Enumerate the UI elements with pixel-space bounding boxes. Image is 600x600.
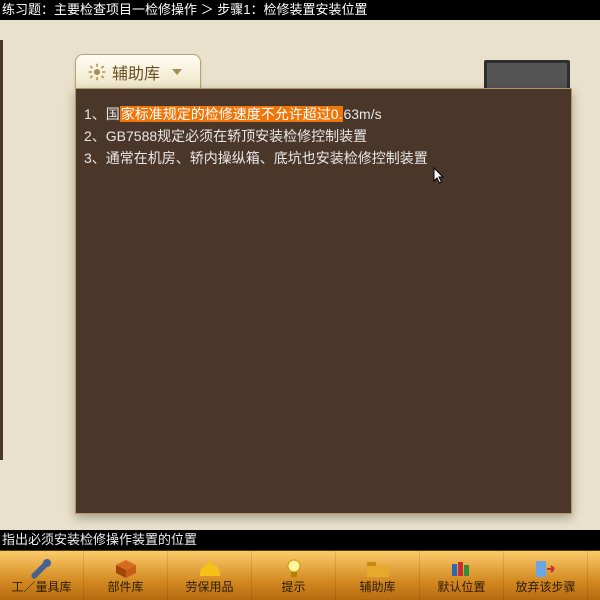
toolbar-button-hint[interactable]: 提示 bbox=[252, 551, 336, 600]
chevron-down-icon bbox=[172, 69, 182, 75]
toolbar-button-tools[interactable]: 工／量具库 bbox=[0, 551, 84, 600]
info-line-1[interactable]: 1、国家标准规定的检修速度不允许超过0.63m/s bbox=[84, 103, 563, 125]
toolbar-label: 放弃该步骤 bbox=[515, 581, 575, 594]
line-pre: 国 bbox=[106, 106, 120, 122]
instruction-bar: 指出必须安装检修操作装置的位置 bbox=[0, 530, 600, 550]
tab-label: 辅助库 bbox=[112, 60, 160, 84]
toolbar-label: 工／量具库 bbox=[11, 581, 71, 594]
line-num: 3、 bbox=[84, 150, 106, 166]
info-line-2[interactable]: 2、GB7588规定必须在轿顶安装检修控制装置 bbox=[84, 125, 563, 147]
info-lines: 1、国家标准规定的检修速度不允许超过0.63m/s 2、GB7588规定必须在轿… bbox=[76, 89, 571, 183]
toolbar-label: 劳保用品 bbox=[185, 581, 233, 594]
bulb-icon bbox=[281, 559, 307, 579]
toolbar-button-default-pos[interactable]: 默认位置 bbox=[420, 551, 504, 600]
tab-assist-library[interactable]: 辅助库 bbox=[75, 54, 201, 89]
folder-icon bbox=[365, 559, 391, 579]
toolbar-label: 默认位置 bbox=[437, 581, 485, 594]
toolbar-button-assist[interactable]: 辅助库 bbox=[336, 551, 420, 600]
cube-icon bbox=[113, 559, 139, 579]
line-highlight: 家标准规定的检修速度不允许超过0. bbox=[120, 106, 344, 122]
helmet-icon bbox=[197, 559, 223, 579]
exit-icon bbox=[533, 559, 559, 579]
line-post: 63m/s bbox=[343, 106, 381, 122]
line-num: 2、 bbox=[84, 128, 106, 144]
line-num: 1、 bbox=[84, 106, 106, 122]
bottom-toolbar: 工／量具库 部件库 劳保用品 提示 辅助库 默认位置 放弃该步骤 bbox=[0, 550, 600, 600]
line-text: 通常在机房、轿内操纵箱、底坑也安装检修控制装置 bbox=[106, 150, 428, 166]
toolbar-label: 提示 bbox=[281, 581, 305, 594]
gear-icon bbox=[88, 63, 106, 81]
info-panel: 1、国家标准规定的检修速度不允许超过0.63m/s 2、GB7588规定必须在轿… bbox=[75, 88, 572, 514]
toolbar-button-ppe[interactable]: 劳保用品 bbox=[168, 551, 252, 600]
wrench-icon bbox=[29, 559, 55, 579]
toolbar-button-giveup[interactable]: 放弃该步骤 bbox=[504, 551, 588, 600]
toolbar-label: 部件库 bbox=[107, 581, 143, 594]
toolbar-button-parts[interactable]: 部件库 bbox=[84, 551, 168, 600]
books-icon bbox=[449, 559, 475, 579]
panel-left-slice bbox=[0, 40, 3, 460]
stage: 辅助库 1、国家标准规定的检修速度不允许超过0.63m/s 2、GB7588规定… bbox=[0, 20, 600, 530]
info-line-3[interactable]: 3、通常在机房、轿内操纵箱、底坑也安装检修控制装置 bbox=[84, 147, 563, 169]
toolbar-label: 辅助库 bbox=[359, 581, 395, 594]
breadcrumb: 练习题：主要检查项目一检修操作 ＞ 步骤1：检修装置安装位置 bbox=[0, 0, 600, 20]
line-text: GB7588规定必须在轿顶安装检修控制装置 bbox=[106, 128, 367, 144]
